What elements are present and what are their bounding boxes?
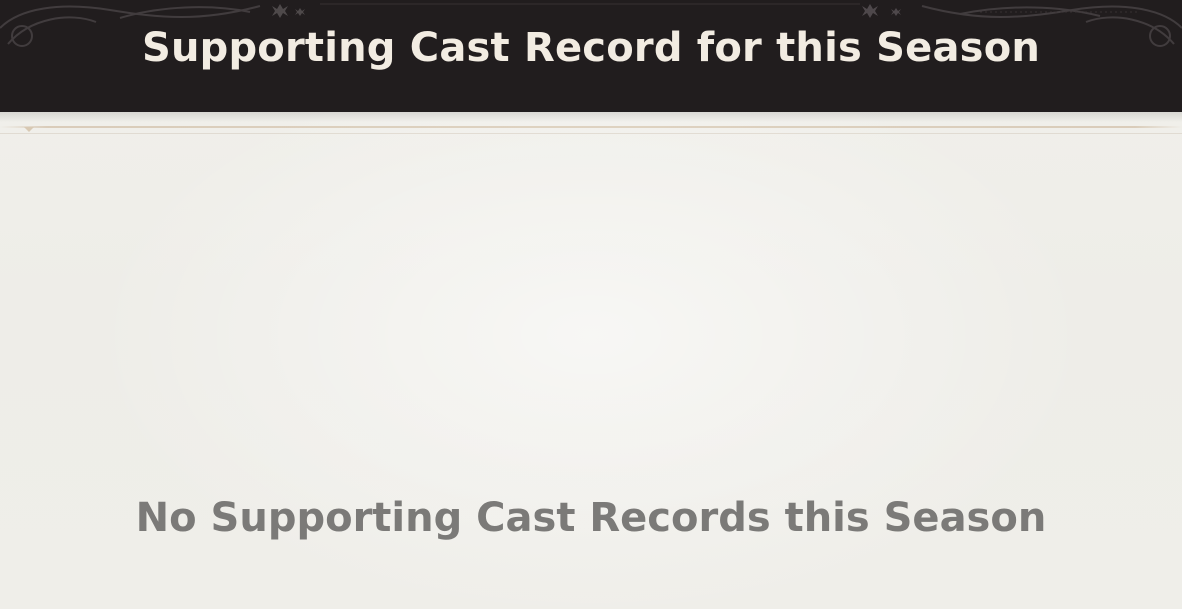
decorative-divider-secondary [0, 133, 1182, 134]
title-bar-shadow [0, 112, 1182, 122]
decorative-divider [0, 126, 1182, 128]
season-record-panel: Supporting Cast Record for this Season N… [0, 0, 1182, 609]
title-bar: Supporting Cast Record for this Season [0, 0, 1182, 112]
divider-notch-icon [24, 127, 34, 132]
page-title: Supporting Cast Record for this Season [141, 25, 1041, 71]
empty-state-message: No Supporting Cast Records this Season [135, 495, 1047, 541]
